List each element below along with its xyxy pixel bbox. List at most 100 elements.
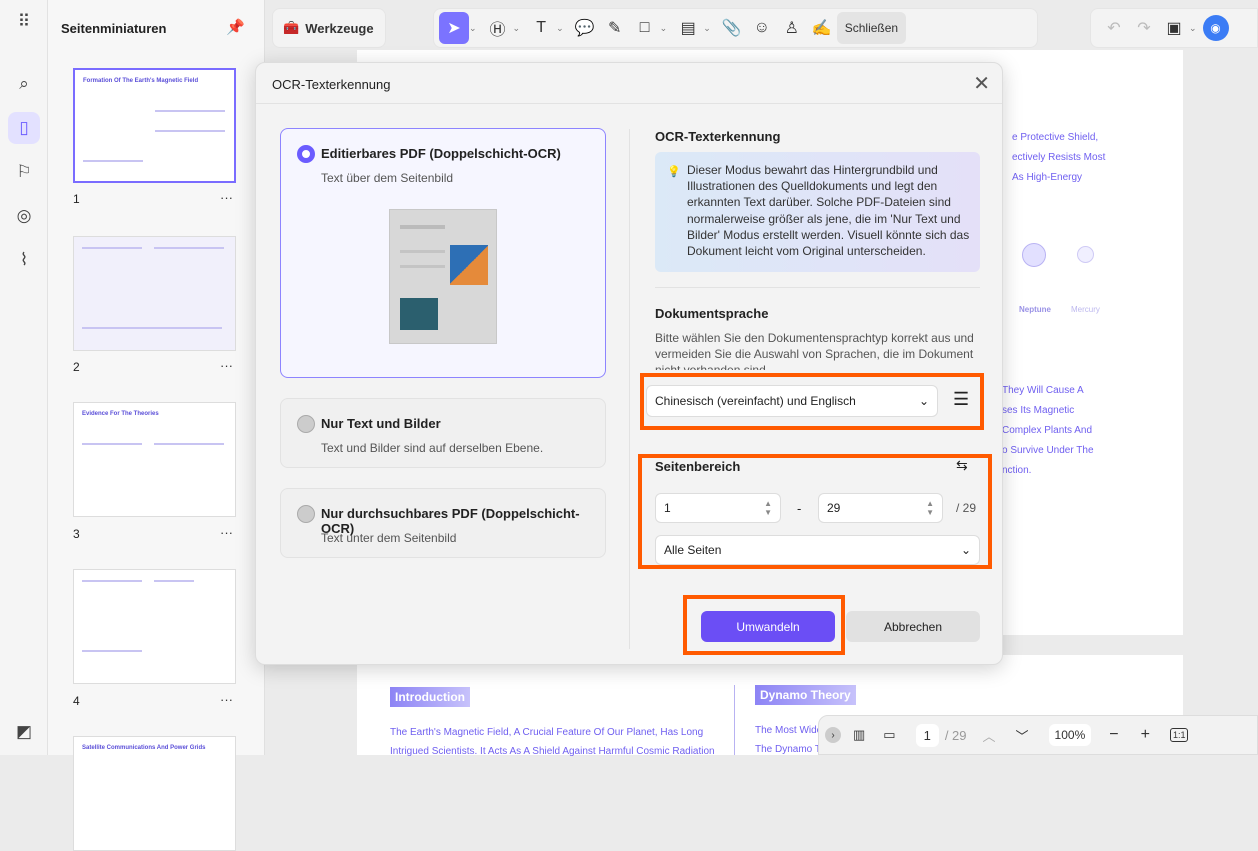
more-icon[interactable]: ··· — [220, 525, 233, 540]
tools-button[interactable]: 🧰 Werkzeuge — [273, 12, 378, 44]
planet-neptune — [1022, 243, 1046, 267]
presentation-icon[interactable]: ▭ — [883, 727, 895, 743]
doc-text: The Dynamo T — [755, 744, 821, 755]
option-description: Text über dem Seitenbild — [321, 171, 454, 185]
doc-text: Intrigued Scientists. It Acts As A Shiel… — [390, 746, 715, 757]
bookmark-icon[interactable]: ⚐ — [8, 156, 40, 188]
toolbox-icon: 🧰 — [283, 20, 300, 35]
option-description: Text und Bilder sind auf derselben Ebene… — [321, 441, 544, 455]
page-input[interactable]: 1 — [915, 723, 939, 747]
info-text: Dieser Modus bewahrt das Hintergrundbild… — [687, 163, 970, 259]
panel-title: Seitenminiaturen — [61, 21, 167, 36]
more-icon[interactable]: ··· — [220, 692, 233, 707]
preview-image — [389, 209, 497, 344]
two-page-view-icon[interactable]: ▥ — [853, 727, 865, 743]
collapse-icon[interactable]: › — [825, 727, 841, 743]
highlight-box — [638, 454, 992, 569]
thumbnail-page-4[interactable] — [73, 569, 236, 684]
cancel-button[interactable]: Abbrechen — [846, 611, 980, 642]
select-tool-icon[interactable]: ➤ — [439, 12, 469, 44]
close-icon[interactable]: ✕ — [973, 71, 990, 96]
apps-icon[interactable]: ⠿ — [8, 6, 40, 38]
option-editable-pdf[interactable]: Editierbares PDF (Doppelschicht-OCR) Tex… — [280, 128, 606, 378]
dialog-title: OCR-Texterkennung — [272, 77, 391, 92]
next-page-icon[interactable]: ﹀ — [1016, 726, 1029, 745]
doc-text: The Earth's Magnetic Field, A Crucial Fe… — [390, 727, 704, 738]
pages-icon[interactable]: ▯ — [8, 112, 40, 144]
doc-text: The Most Wide — [755, 725, 823, 736]
option-text-and-images[interactable]: Nur Text und Bilder Text und Bilder sind… — [280, 398, 606, 468]
option-label: Nur Text und Bilder — [321, 416, 441, 431]
doc-text: nction. — [1002, 465, 1032, 476]
page-number: 1 — [73, 192, 80, 206]
signature-icon[interactable]: ✍ — [807, 12, 837, 44]
thumbnail-page-1[interactable]: Formation Of The Earth's Magnetic Field — [73, 68, 236, 183]
redo-icon[interactable]: ↷ — [1129, 12, 1159, 44]
language-description: Bitte wählen Sie den Dokumentensprachtyp… — [655, 331, 974, 370]
attachment-icon[interactable]: ⌇ — [8, 244, 40, 276]
pin-icon[interactable]: 📌 — [226, 18, 245, 36]
radio-button[interactable] — [297, 415, 315, 433]
actual-size-icon[interactable]: 1:1 — [1169, 728, 1189, 742]
page-number: 3 — [73, 527, 80, 541]
radio-button[interactable] — [297, 145, 315, 163]
prev-page-icon[interactable]: ︿ — [983, 726, 996, 745]
thumb-title: Evidence For The Theories — [82, 411, 159, 417]
zoom-out-icon[interactable]: − — [1109, 726, 1118, 744]
save-icon[interactable]: ▣ — [1159, 12, 1189, 44]
page-number: 2 — [73, 360, 80, 374]
section-heading: Introduction — [390, 687, 470, 707]
thumbnail-page-3[interactable]: Evidence For The Theories — [73, 402, 236, 517]
thumbnail-page-5[interactable]: Satellite Communications And Power Grids — [73, 736, 236, 851]
lightbulb-icon: 💡 — [667, 166, 681, 178]
radio-button[interactable] — [297, 505, 315, 523]
left-rail: ⠿ ⌕ ▯ ⚐ ◎ ⌇ ◩ — [0, 0, 48, 755]
comment-icon[interactable]: ◎ — [8, 200, 40, 232]
doc-text: Complex Plants And — [1002, 425, 1093, 436]
ocr-dialog: OCR-Texterkennung ✕ Editierbares PDF (Do… — [255, 62, 1003, 665]
attachment-tool-icon[interactable]: 📎 — [717, 12, 747, 44]
info-box: 💡 Dieser Modus bewahrt das Hintergrundbil… — [655, 152, 980, 272]
tools-group: 🧰 Werkzeuge — [272, 8, 386, 48]
doc-text: As High-Energy — [1012, 172, 1083, 183]
text-tool-icon[interactable]: T — [526, 12, 556, 44]
thumb-title: Satellite Communications And Power Grids — [82, 745, 206, 751]
more-icon[interactable]: ··· — [220, 190, 233, 205]
rectangle-tool-icon[interactable]: □ — [630, 12, 660, 44]
more-icon[interactable]: ··· — [220, 358, 233, 373]
doc-text: o Survive Under The — [1002, 445, 1094, 456]
tools-label: Werkzeuge — [305, 20, 374, 36]
measure-tool-icon[interactable]: ▤ — [673, 12, 703, 44]
planet-label: Mercury — [1071, 305, 1100, 314]
page-number: 4 — [73, 694, 80, 708]
highlight-box — [683, 595, 845, 655]
language-title: Dokumentsprache — [655, 306, 769, 321]
heading-tool-icon[interactable]: Ⓗ — [483, 12, 513, 44]
thumbnail-page-2[interactable] — [73, 236, 236, 351]
close-toolbar-button[interactable]: Schließen — [836, 12, 907, 44]
zoom-input[interactable]: 100% — [1048, 724, 1092, 746]
search-icon[interactable]: ⌕ — [8, 68, 40, 100]
thumb-title: Formation Of The Earth's Magnetic Field — [83, 78, 199, 84]
stamp-icon[interactable]: ♙ — [777, 12, 807, 44]
section-heading: Dynamo Theory — [755, 685, 856, 705]
option-label: Editierbares PDF (Doppelschicht-OCR) — [321, 146, 561, 161]
planet-label: Neptune — [1019, 305, 1051, 314]
planet-mercury — [1077, 246, 1094, 263]
layers-icon[interactable]: ◩ — [8, 716, 40, 748]
doc-text: e Protective Shield, — [1012, 132, 1099, 143]
zoom-in-icon[interactable]: + — [1141, 726, 1150, 744]
thumbnail-panel: Seitenminiaturen 📌 Formation Of The Eart… — [48, 0, 265, 851]
undo-icon[interactable]: ↶ — [1099, 12, 1129, 44]
highlighter-icon[interactable]: ✎ — [600, 12, 630, 44]
annotation-toolbar: ➤ ⌄ Ⓗ ⌄ T ⌄ 💬 ✎ □ ⌄ ▤ ⌄ 📎 ☺ ♙ ✍ Schließen — [433, 8, 1038, 48]
ai-assistant-icon[interactable]: ◉ — [1202, 15, 1229, 41]
comment-tool-icon[interactable]: 💬 — [570, 12, 600, 44]
page-total: / 29 — [944, 727, 967, 743]
sticker-icon[interactable]: ☺ — [747, 12, 777, 44]
doc-text: ses Its Magnetic — [1002, 405, 1075, 416]
section-title: OCR-Texterkennung — [655, 129, 781, 144]
right-toolbar: ↶ ↷ ▣ ⌄ ◉ — [1090, 8, 1258, 48]
option-searchable-pdf[interactable]: Nur durchsuchbares PDF (Doppelschicht-OC… — [280, 488, 606, 558]
page-navigation-bar: › ▥ ▭ 1 / 29 ︿ ﹀ 100% − + 1:1 — [818, 715, 1258, 755]
